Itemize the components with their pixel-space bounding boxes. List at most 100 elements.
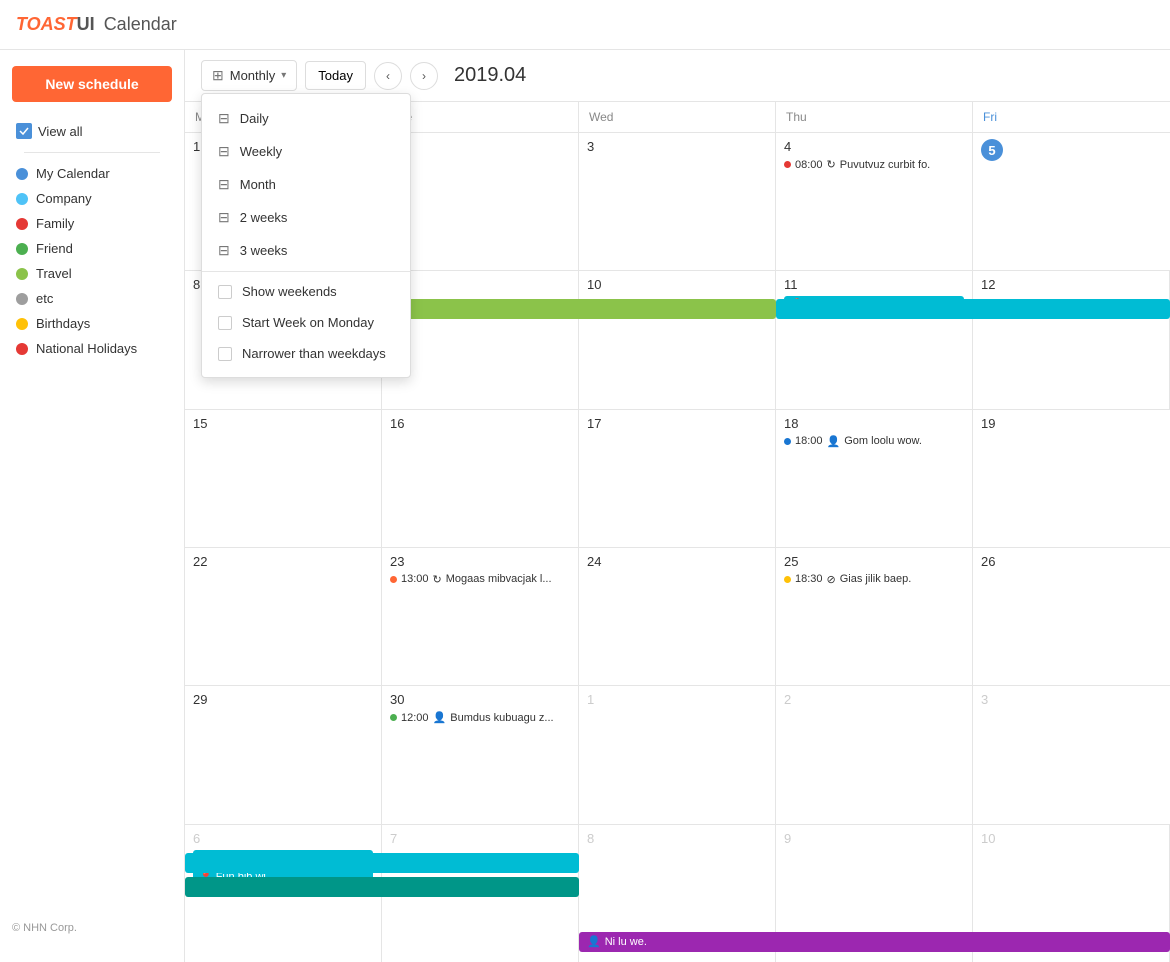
cell-apr-29: 29 (185, 686, 382, 823)
day-number: 19 (981, 416, 1162, 431)
event-person-icon: 👤 (433, 711, 447, 724)
event-time: 13:00 (401, 573, 429, 585)
cell-apr-4: 4 08:00 ↻ Puvutvuz curbit fo. (776, 133, 973, 270)
next-button[interactable]: › (410, 62, 438, 90)
dropdown-arrow-icon: ▾ (281, 70, 286, 81)
today-button[interactable]: Today (305, 61, 366, 90)
narrower-label: Narrower than weekdays (242, 346, 386, 361)
event-block-icon: ⊘ (827, 573, 836, 586)
family-label: Family (36, 216, 74, 231)
day-number: 25 (784, 554, 964, 569)
top-bar: TOAST UI Calendar (0, 0, 1170, 50)
show-weekends-checkbox[interactable] (218, 285, 232, 299)
event-dot (784, 161, 791, 168)
event-apr25: 18:30 ⊘ Gias jilik baep. (784, 573, 964, 586)
day-number: 23 (390, 554, 570, 569)
event-time: 18:00 (795, 435, 823, 447)
calendar-area: ⊞ Monthly ▾ ⊟ Daily ⊟ Weekly ⊟ (185, 50, 1170, 962)
month-title: 2019.04 (454, 64, 526, 87)
event-dot (784, 438, 791, 445)
sidebar-item-birthdays[interactable]: Birthdays (12, 311, 172, 336)
event-dot (390, 714, 397, 721)
cell-may-10: 10 (973, 825, 1170, 962)
header-wed: Wed (579, 102, 776, 132)
week-3: 15 16 17 18 18:00 👤 Gom loo (185, 410, 1170, 548)
sidebar-item-view-all[interactable]: View all (12, 118, 172, 144)
cell-apr-9: 9 (382, 271, 579, 408)
cell-may-8: 8 (579, 825, 776, 962)
cell-may-1: 1 (579, 686, 776, 823)
new-schedule-button[interactable]: New schedule (12, 66, 172, 102)
my-calendar-label: My Calendar (36, 166, 110, 181)
event-apr18: 18:00 👤 Gom loolu wow. (784, 435, 964, 448)
2weeks-grid-icon: ⊟ (218, 209, 230, 226)
sidebar-item-friend[interactable]: Friend (12, 236, 172, 261)
view-dropdown[interactable]: ⊞ Monthly ▾ (201, 60, 297, 91)
event-time: 18:30 (795, 573, 823, 585)
cell-apr-2: 2 (382, 133, 579, 270)
cell-may-7: 7 (382, 825, 579, 962)
national-holidays-dot (16, 343, 28, 355)
friend-dot (16, 243, 28, 255)
start-monday-checkbox[interactable] (218, 316, 232, 330)
travel-label: Travel (36, 266, 72, 281)
sidebar-divider (24, 152, 160, 153)
header-thu: Thu (776, 102, 973, 132)
dropdown-start-monday[interactable]: Start Week on Monday (202, 307, 410, 338)
dropdown-item-weekly[interactable]: ⊟ Weekly (202, 135, 410, 168)
day-number: 2 (784, 692, 964, 707)
dropdown-item-month[interactable]: ⊟ Month (202, 168, 410, 201)
logo: TOAST UI Calendar (16, 14, 177, 35)
sidebar-item-my-calendar[interactable]: My Calendar (12, 161, 172, 186)
cell-apr-3: 3 (579, 133, 776, 270)
month-grid-icon: ⊟ (218, 176, 230, 193)
dropdown-item-2weeks[interactable]: ⊟ 2 weeks (202, 201, 410, 234)
day-number: 10 (981, 831, 1161, 846)
cell-apr-15: 15 (185, 410, 382, 547)
cell-apr-24: 24 (579, 548, 776, 685)
event-dot (390, 576, 397, 583)
national-holidays-label: National Holidays (36, 341, 137, 356)
day-number: 9 (390, 277, 570, 292)
my-calendar-dot (16, 168, 28, 180)
day-number: 16 (390, 416, 570, 431)
family-dot (16, 218, 28, 230)
day-number: 1 (587, 692, 767, 707)
dropdown-item-daily[interactable]: ⊟ Daily (202, 102, 410, 135)
week-4: 22 23 13:00 ↻ Mogaas mibvacjak l... 24 (185, 548, 1170, 686)
show-weekends-label: Show weekends (242, 284, 337, 299)
cell-may-9: 9 (776, 825, 973, 962)
etc-label: etc (36, 291, 53, 306)
toolbar: ⊞ Monthly ▾ ⊟ Daily ⊟ Weekly ⊟ (185, 50, 1170, 102)
copyright: © NHN Corp. (0, 910, 184, 946)
view-dropdown-wrapper: ⊞ Monthly ▾ ⊟ Daily ⊟ Weekly ⊟ (201, 60, 297, 91)
day-number: 24 (587, 554, 767, 569)
dropdown-weekly-label: Weekly (240, 144, 282, 159)
app-layout: New schedule View all My Calendar Compan… (0, 50, 1170, 962)
cell-apr-10: 10 (579, 271, 776, 408)
dropdown-item-3weeks[interactable]: ⊟ 3 weeks (202, 234, 410, 267)
sidebar-item-etc[interactable]: etc (12, 286, 172, 311)
sidebar-item-national-holidays[interactable]: National Holidays (12, 336, 172, 361)
3weeks-grid-icon: ⊟ (218, 242, 230, 259)
sidebar-item-family[interactable]: Family (12, 211, 172, 236)
narrower-checkbox[interactable] (218, 347, 232, 361)
cell-apr-17: 17 (579, 410, 776, 547)
dropdown-narrower[interactable]: Narrower than weekdays (202, 338, 410, 369)
day-number: 10 (587, 277, 767, 292)
dropdown-show-weekends[interactable]: Show weekends (202, 276, 410, 307)
cell-apr-11: 11 📍 Dadef me jagirok. (776, 271, 973, 408)
event-text: Mogaas mibvacjak l... (446, 573, 552, 585)
logo-ui: UI (77, 14, 95, 35)
day-number: 4 (784, 139, 964, 154)
birthdays-dot (16, 318, 28, 330)
cell-apr-23: 23 13:00 ↻ Mogaas mibvacjak l... (382, 548, 579, 685)
sidebar-item-travel[interactable]: Travel (12, 261, 172, 286)
cell-apr-22: 22 (185, 548, 382, 685)
etc-dot (16, 293, 28, 305)
prev-button[interactable]: ‹ (374, 62, 402, 90)
cell-may-3: 3 (973, 686, 1170, 823)
weekly-grid-icon: ⊟ (218, 143, 230, 160)
sidebar-item-company[interactable]: Company (12, 186, 172, 211)
day-number: 7 (390, 831, 570, 846)
